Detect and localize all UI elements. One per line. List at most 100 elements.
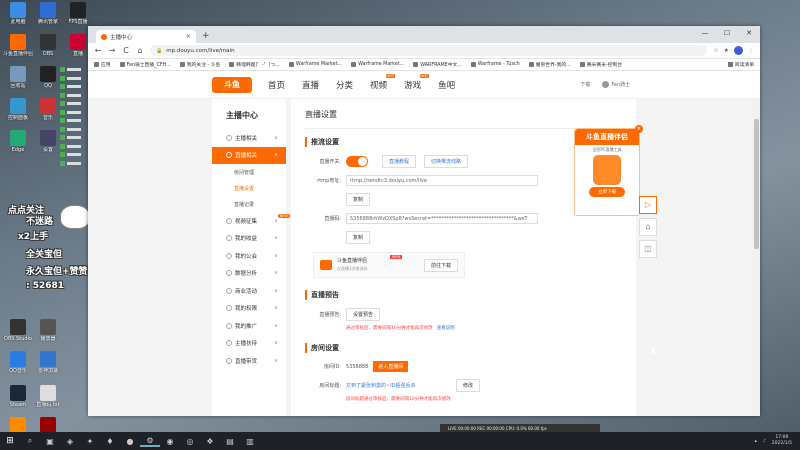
sidebar-item[interactable]: 我的权限 ∨ (212, 300, 286, 318)
home-icon[interactable]: ⌂ (136, 46, 144, 55)
taskbar-app-icon[interactable]: ⌕ (20, 436, 40, 446)
live-switch-toggle[interactable] (346, 156, 368, 167)
sidebar-item[interactable]: 我的收益 ∨ (212, 230, 286, 248)
back-icon[interactable]: ← (94, 46, 102, 55)
desktop-icon[interactable]: 雷神加速 (33, 351, 63, 374)
desktop-icon[interactable]: QQ (33, 66, 63, 89)
taskbar-app-icon[interactable]: ▤ (220, 437, 240, 446)
taskbar-app-icon[interactable]: ◎ (180, 437, 200, 446)
sidebar-item[interactable]: 数据分析 ∨ (212, 265, 286, 283)
bookmark-item[interactable]: 应用 (94, 61, 111, 68)
nav-game[interactable]: 游戏 HOT (404, 73, 430, 91)
bookmark-item[interactable]: Fan骑士直播_CFH... (119, 61, 171, 68)
bookmark-item[interactable]: 韩哩韩哩(゜-゜)つ... (229, 61, 280, 68)
bookmark-item[interactable]: 魔兽世界-我的... (528, 61, 571, 68)
set-preview-button[interactable]: 设置预告 (346, 308, 381, 321)
rtmp-field[interactable]: rtmp://sendtc3.douyu.com/live (346, 175, 538, 186)
gamepad-icon[interactable]: ◫ (639, 240, 657, 258)
profile-avatar[interactable] (734, 46, 743, 55)
nav-home[interactable]: 首页 (268, 79, 285, 91)
sidebar-subitem[interactable]: 直播记录 (212, 196, 286, 212)
desktop-icon[interactable]: Edge (3, 130, 33, 153)
nav-video[interactable]: 视频 HOT (370, 73, 396, 91)
preview-help-link[interactable]: 查看说明 (437, 326, 455, 331)
forward-icon[interactable]: → (108, 46, 116, 55)
bookmark-item[interactable]: Warframe - Tusch (470, 62, 520, 67)
scroll-thumb[interactable] (754, 119, 759, 249)
widget-download-button[interactable]: 立即下载 (589, 187, 625, 197)
desktop-icon[interactable]: 此电脑 (3, 2, 33, 25)
url-input[interactable]: 🔒 mp.douyu.com/live/main (150, 45, 708, 56)
minimize-button[interactable]: — (694, 26, 716, 41)
nav-category[interactable]: 分类 (336, 79, 353, 91)
taskbar-app-icon[interactable]: ✦ (80, 437, 100, 446)
taskbar-app-icon[interactable]: ❖ (200, 437, 220, 446)
download-link[interactable]: 下载 (580, 81, 590, 88)
live-tutorial-button[interactable]: 直播教程 (382, 155, 417, 168)
home-float-icon[interactable]: ⌂ (639, 218, 657, 236)
extension-icon[interactable]: ★ (724, 47, 729, 54)
sidebar-item[interactable]: 直播相关 ∧ (212, 146, 286, 164)
stream-code-field[interactable]: 5356888rhWzDXSp8?wsSecret=**************… (346, 213, 538, 224)
desktop-icon[interactable]: FPS直播 (63, 2, 93, 25)
promo-download-button[interactable]: 前往下载 (423, 258, 458, 272)
nav-yuba[interactable]: 鱼吧 (438, 79, 455, 91)
desktop-icon[interactable]: OBS Studio (3, 319, 33, 342)
douyu-logo[interactable]: 斗鱼 (212, 76, 252, 93)
switch-line-button[interactable]: 切换推流线路 (424, 155, 469, 168)
desktop-icon[interactable]: 播放器 (33, 319, 63, 342)
bookmark-item[interactable]: WARFRAME中文... (413, 61, 462, 68)
rtmp-copy-button[interactable]: 复制 (346, 193, 371, 206)
new-tab-button[interactable]: + (202, 31, 210, 41)
taskbar-app-icon[interactable]: ▣ (40, 437, 60, 446)
sidebar-item[interactable]: 视频征集 ∨ NEW (212, 212, 290, 230)
desktop-icon[interactable]: 回收站 (3, 66, 33, 89)
nav-live[interactable]: 直播 (302, 79, 319, 91)
sidebar-item[interactable]: 商业活动 ∨ (212, 282, 286, 300)
sidebar-item[interactable]: 直播带货 ∨ (212, 352, 286, 370)
desktop-icon[interactable]: 直播码.txt (33, 385, 63, 408)
bookmark-item[interactable]: 赛米赛米-控制台 (579, 61, 622, 68)
enter-room-button[interactable]: 进入直播间 (373, 361, 409, 372)
sidebar-item[interactable]: 主播扶持 ∨ (212, 335, 286, 353)
taskbar-app-icon[interactable]: ◉ (160, 437, 180, 446)
reading-list[interactable]: 阅读清单 (727, 61, 754, 68)
sidebar-subitem[interactable]: 直播设置 (212, 180, 286, 196)
sidebar-item[interactable]: 主播相关 ∨ (212, 129, 286, 147)
taskbar-app-icon[interactable]: ⚙ (140, 436, 160, 447)
sidebar-subitem[interactable]: 房间管理 (212, 164, 286, 180)
desktop-icon[interactable]: 斗鱼直播伴侣 (3, 34, 33, 57)
desktop-icon[interactable]: 腾讯管家 (33, 2, 63, 25)
bookmark-star-icon[interactable]: ☆ (713, 47, 718, 54)
play-icon[interactable]: ▷ (639, 196, 657, 214)
reload-icon[interactable]: C (122, 46, 130, 55)
edit-title-button[interactable]: 修改 (456, 379, 481, 392)
taskbar-app-icon[interactable]: ♦ (100, 437, 120, 446)
sidebar-item[interactable]: 我的公会 ∨ (212, 247, 286, 265)
start-button[interactable]: ⊞ (0, 436, 20, 446)
menu-icon[interactable]: ⋮ (748, 47, 754, 54)
code-copy-button[interactable]: 复制 (346, 231, 371, 244)
network-icon[interactable]: ▴ (755, 439, 757, 444)
page-scrollbar[interactable] (753, 99, 760, 416)
desktop-icon[interactable]: Steam (3, 385, 33, 408)
tab-close-icon[interactable]: × (186, 33, 191, 40)
volume-icon[interactable]: ♪ (763, 439, 766, 444)
desktop-icon[interactable]: QQ音乐 (3, 351, 33, 374)
desktop-icon[interactable]: 控制面板 (3, 98, 33, 121)
bookmark-item[interactable]: Warframe Market... (351, 62, 404, 67)
taskbar-app-icon[interactable]: ▥ (240, 437, 260, 446)
widget-close-icon[interactable]: × (635, 125, 643, 133)
clock[interactable]: 17:09 2022/1/5 (772, 435, 792, 447)
desktop-icon[interactable]: 音乐 (33, 98, 63, 121)
bookmark-item[interactable]: Warframe Market... (288, 62, 342, 67)
maximize-button[interactable]: ☐ (716, 26, 738, 41)
sidebar-item[interactable]: 我的推广 ∨ (212, 317, 286, 335)
desktop-icon[interactable]: 设置 (33, 130, 63, 153)
close-window-button[interactable]: ✕ (738, 26, 760, 41)
taskbar-app-icon[interactable]: ● (120, 437, 140, 446)
browser-tab[interactable]: 主播中心 × (96, 30, 196, 43)
bookmark-item[interactable]: 我的关注 - 斗鱼 (179, 61, 220, 68)
desktop-icon[interactable]: OBS (33, 34, 63, 57)
user-menu[interactable]: Fan骑士 (602, 81, 630, 88)
